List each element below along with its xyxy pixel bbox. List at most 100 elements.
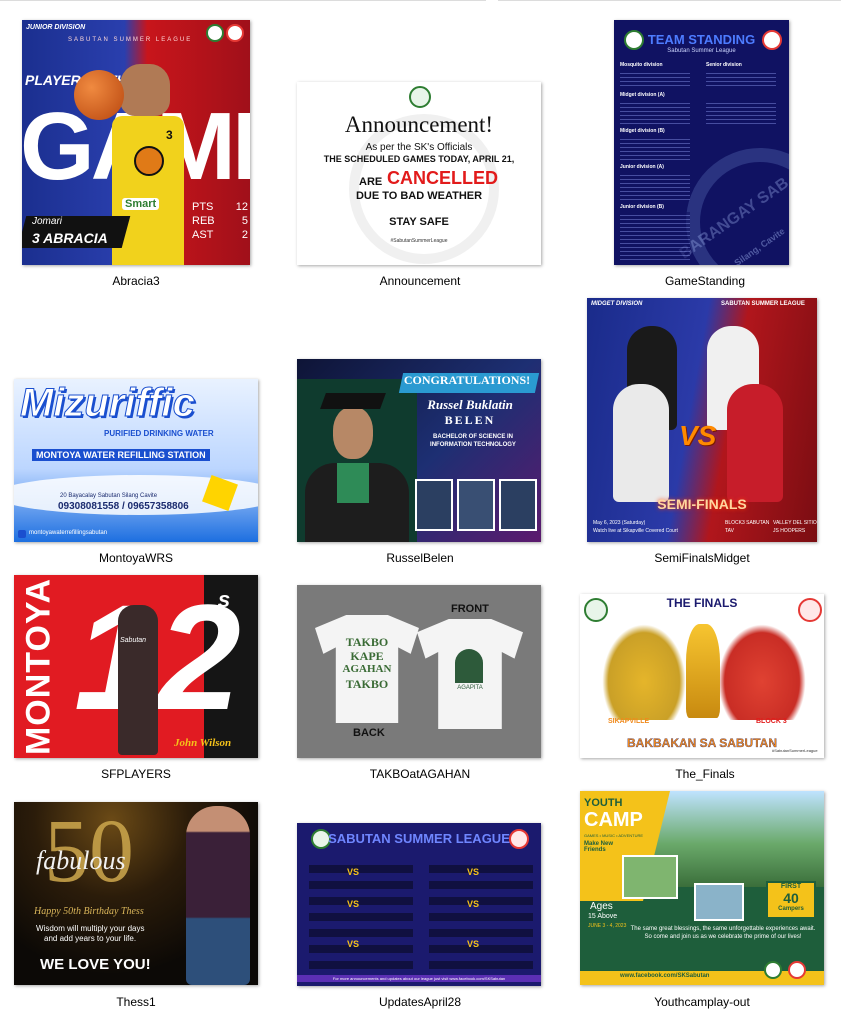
make-new-friends: Make New Friends [584, 841, 614, 853]
file-name-label[interactable]: Youthcamplay-out [592, 995, 812, 1009]
stage-text: SEMI-FINALS [657, 496, 747, 512]
vs-marker: VS [467, 899, 480, 909]
congrats-text: CONGRATULATIONS! [403, 373, 531, 387]
campers-label: Campers [778, 906, 804, 912]
stat-label: PTS [192, 201, 214, 213]
standing-rows [706, 70, 776, 88]
tshirt-front: AGAPITA [417, 619, 523, 729]
division-heading: Junior division (A) [620, 164, 664, 170]
photo-frame [415, 479, 453, 531]
hashtag-label: #SabutanSummerLeague [390, 238, 448, 244]
team-right-players [718, 624, 806, 720]
team-left-label: SIKAPVILLE [608, 718, 650, 725]
seal-icon [206, 24, 224, 42]
stat-label: REB [192, 215, 215, 227]
file-name-label[interactable]: GameStanding [595, 274, 815, 288]
file-name-label[interactable]: The_Finals [595, 767, 815, 781]
division-label: MIDGET DIVISION [591, 301, 643, 307]
thumbnail-abracia3: GAME JUNIOR DIVISION SABUTAN SUMMER LEAG… [22, 20, 250, 265]
player-figure [120, 64, 170, 116]
line-1: As per the SK's Officials [365, 142, 473, 153]
grad-name-script: Russel Buklatin [427, 397, 513, 412]
photo-frame [457, 479, 495, 531]
file-name-label[interactable]: TAKBOatAGAHAN [310, 767, 530, 781]
first-box: FIRST 40 Campers [766, 881, 816, 919]
standing-rows [620, 172, 690, 200]
file-name-label[interactable]: MontoyaWRS [26, 551, 246, 565]
are-label: ARE [359, 176, 383, 188]
player-figure [727, 384, 783, 502]
hood [337, 463, 369, 503]
ages-value: 15 Above [588, 913, 618, 920]
standing-title: TEAM STANDING [647, 32, 756, 47]
love-text: WE LOVE YOU! [40, 956, 151, 973]
stat-label: AST [192, 229, 214, 241]
thumbnail-gamestanding: BARANGAY SAB Silang, Cavite TEAM STANDIN… [614, 20, 789, 265]
sk-logo-icon [226, 24, 244, 42]
file-name-label[interactable]: SFPLAYERS [26, 767, 246, 781]
greeting: Happy 50th Birthday Thess [34, 906, 144, 917]
finals-title: THE FINALS [666, 596, 738, 610]
division-heading: Midget division (B) [620, 128, 665, 134]
jersey-text: Sabutan [120, 637, 147, 644]
stats-block: PTS 12 REB 5 AST 2 [192, 200, 248, 242]
league-label: SABUTAN SUMMER LEAGUE [721, 301, 805, 307]
file-name-label[interactable]: Abracia3 [26, 274, 246, 288]
stat-row: REB 5 [192, 214, 248, 228]
division-heading: Senior division [706, 62, 742, 68]
thumbnail-updatesapril28: SABUTAN SUMMER LEAGUE VS VS VS VS VS VS … [297, 823, 541, 986]
finals-hashtag: #SabutanSummerLeague [772, 748, 818, 753]
cancelled-label: CANCELLED [387, 168, 498, 188]
line-2: THE SCHEDULED GAMES TODAY, APRIL 21, [323, 154, 515, 164]
tshirt-back: TAKBO KAPE AGAHAN TAKBO [315, 615, 419, 723]
stat-value: 12 [235, 201, 248, 213]
thumbnail-semifinalsmidget: MIDGET DIVISION SABUTAN SUMMER LEAGUE VS… [587, 298, 817, 542]
thumbnail-takboatagahan: FRONT BACK TAKBO KAPE AGAHAN TAKBO AGAPI… [297, 585, 541, 758]
game-venue: Watch live at Sikapville Covered Court [593, 528, 678, 534]
stat-row: AST 2 [192, 228, 248, 242]
standing-rows [620, 136, 690, 160]
shirt-front-text: AGAPITA [457, 685, 483, 691]
thumbnail-the-finals: THE FINALS SIKAPVILLE BLOCK 3 BAKBAKAN S… [580, 594, 824, 758]
vs-marker: VS [467, 939, 480, 949]
thumbnail-montoyawrs: Mizuriffic PURIFIED DRINKING WATER MONTO… [14, 379, 258, 542]
file-name-label[interactable]: UpdatesApril28 [310, 995, 530, 1009]
camp-date: JUNE 3 - 4, 2023 [588, 923, 627, 929]
league-label: SABUTAN SUMMER LEAGUE [68, 37, 193, 43]
sk-logo-icon [788, 961, 806, 979]
blessing-text: The same great blessings, the same unfor… [630, 926, 816, 940]
youth-word: YOUTH [584, 797, 623, 809]
address-text: 20 Bayacalay Sabutan Silang Cavite [60, 493, 158, 499]
sponsor-label: Smart [122, 198, 160, 210]
jersey-number: 3 [166, 128, 173, 142]
division-heading: Mosquito division [620, 62, 663, 68]
thumbnail-russelbelen: CONGRATULATIONS! Russel Buklatin BELEN B… [297, 359, 541, 542]
team-right-label: BLOCK 3 [756, 718, 787, 725]
vs-marker: VS [347, 939, 360, 949]
degree-text: BACHELOR OF SCIENCE IN INFORMATION TECHN… [430, 434, 516, 448]
person-figure [186, 806, 250, 985]
team-b: VALLEY DEL SITIO [773, 520, 817, 526]
photo-frame [499, 479, 537, 531]
vs-marker: VS [347, 899, 360, 909]
file-name-label[interactable]: Announcement [310, 274, 530, 288]
file-name-label[interactable]: RusselBelen [310, 551, 530, 565]
file-name-label[interactable]: SemiFinalsMidget [592, 551, 812, 565]
shirt-text: TAKBO [345, 677, 389, 691]
file-name-label[interactable]: Thess1 [26, 995, 246, 1009]
division-heading: Junior division (B) [620, 204, 664, 210]
shirt-text: KAPE [350, 649, 384, 663]
grad-photo [297, 379, 417, 542]
team-b-sub: JS HOOPERS [773, 528, 806, 534]
ages-label: Ages [590, 901, 613, 912]
surname-vertical: MONTOYA [19, 577, 58, 756]
brand-name: Mizuriffic [20, 381, 196, 426]
team-left-players [602, 624, 686, 720]
standing-rows [620, 100, 690, 124]
stay-safe-label: STAY SAFE [389, 216, 449, 228]
basketball-icon [74, 70, 124, 120]
wisdom-line-2: and add years to your life. [44, 934, 137, 943]
reason-label: DUE TO BAD WEATHER [355, 190, 483, 202]
small-photo [622, 855, 678, 899]
thumbnail-announcement: Announcement! As per the SK's Officials … [297, 82, 541, 265]
